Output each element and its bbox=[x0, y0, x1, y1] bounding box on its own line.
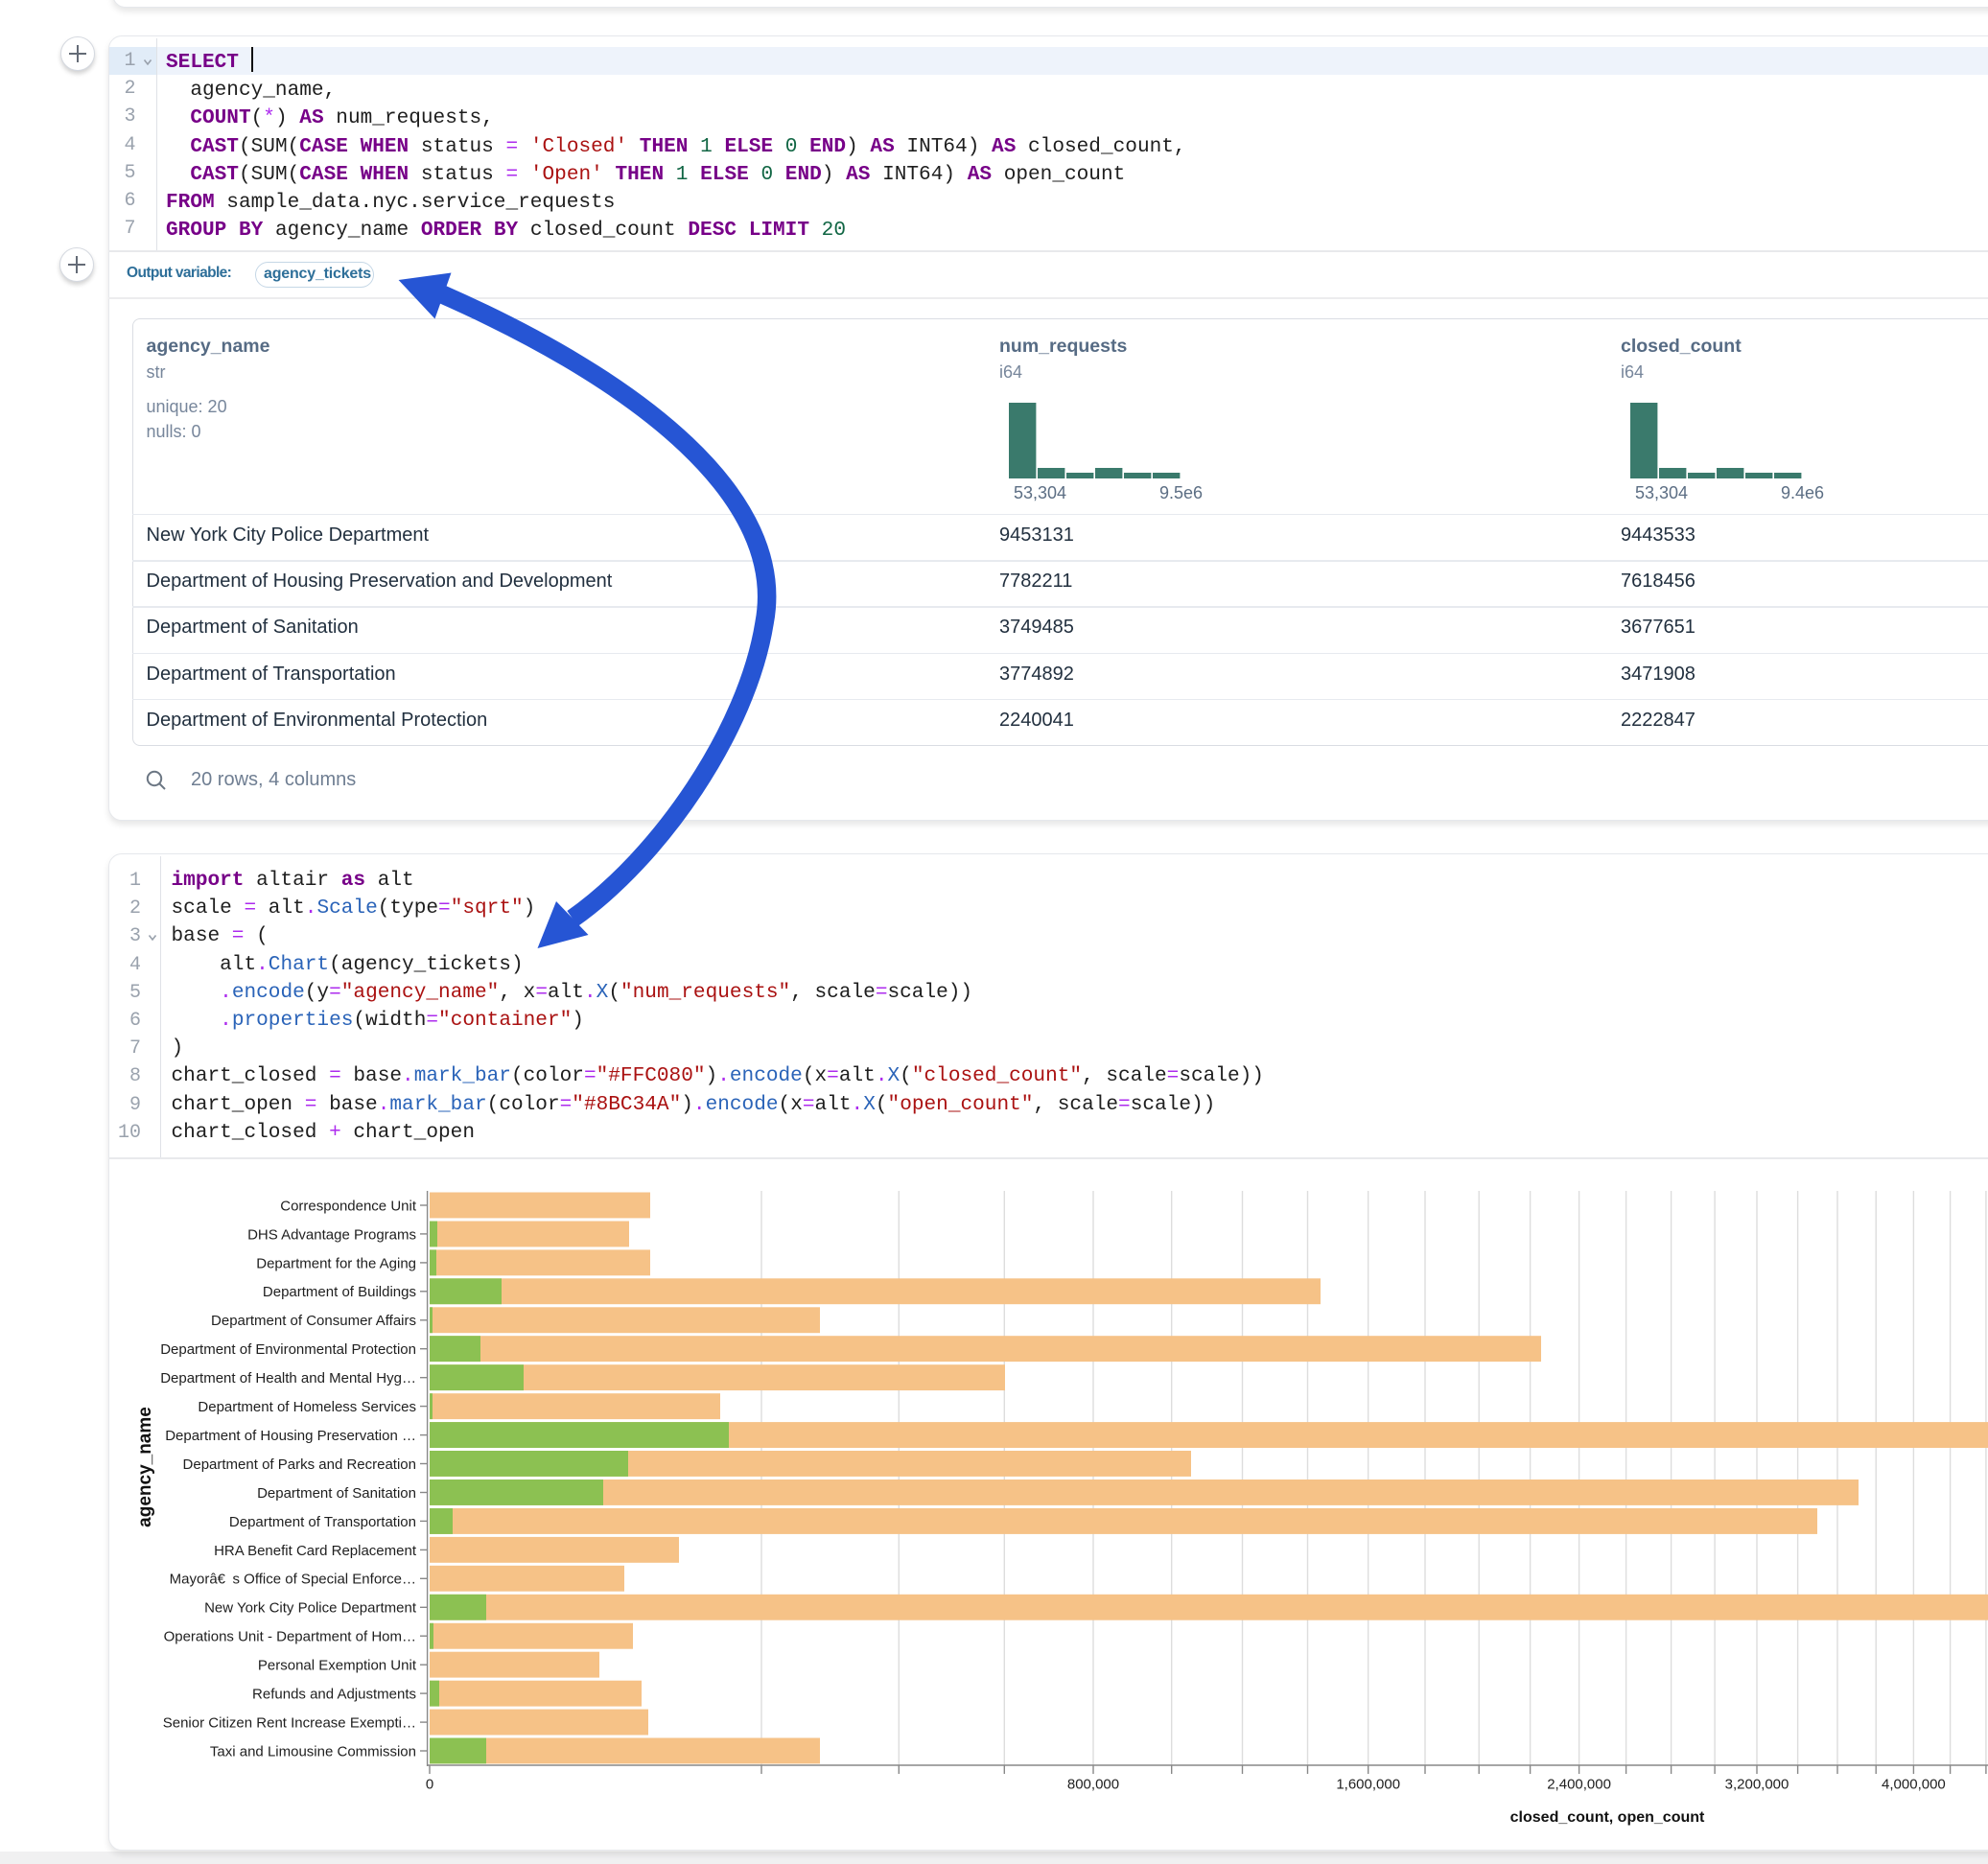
svg-text:Department of Buildings: Department of Buildings bbox=[263, 1284, 416, 1300]
svg-text:3,200,000: 3,200,000 bbox=[1725, 1777, 1789, 1793]
svg-text:Refunds and Adjustments: Refunds and Adjustments bbox=[252, 1687, 416, 1703]
svg-text:agency_name: agency_name bbox=[135, 1407, 155, 1527]
svg-text:DHS Advantage Programs: DHS Advantage Programs bbox=[247, 1226, 416, 1243]
svg-text:1,600,000: 1,600,000 bbox=[1336, 1777, 1400, 1793]
svg-text:2,400,000: 2,400,000 bbox=[1547, 1777, 1611, 1793]
svg-text:HRA Benefit Card Replacement: HRA Benefit Card Replacement bbox=[214, 1543, 417, 1559]
svg-text:Department of Environmental Pr: Department of Environmental Protection bbox=[160, 1341, 416, 1358]
svg-text:4,000,000: 4,000,000 bbox=[1882, 1777, 1946, 1793]
svg-text:Mayorâ€ s Office of Special En: Mayorâ€ s Office of Special Enforce… bbox=[170, 1572, 416, 1588]
svg-text:Department of Consumer Affairs: Department of Consumer Affairs bbox=[211, 1313, 416, 1329]
svg-text:Department of Health and Menta: Department of Health and Mental Hyg… bbox=[160, 1370, 416, 1386]
svg-text:Taxi and Limousine Commission: Taxi and Limousine Commission bbox=[210, 1743, 416, 1759]
svg-text:Correspondence Unit: Correspondence Unit bbox=[280, 1198, 417, 1214]
svg-text:Department of Transportation: Department of Transportation bbox=[229, 1514, 416, 1530]
svg-text:Department of Housing Preserva: Department of Housing Preservation … bbox=[165, 1428, 416, 1444]
svg-text:Senior Citizen Rent Increase E: Senior Citizen Rent Increase Exempti… bbox=[163, 1715, 416, 1732]
svg-text:Department of Homeless Service: Department of Homeless Services bbox=[198, 1399, 416, 1415]
svg-text:New York City Police Departmen: New York City Police Department bbox=[204, 1600, 417, 1617]
svg-text:Department of Sanitation: Department of Sanitation bbox=[257, 1485, 416, 1502]
svg-text:800,000: 800,000 bbox=[1067, 1777, 1119, 1793]
svg-text:0: 0 bbox=[426, 1777, 433, 1793]
svg-text:Operations Unit - Department o: Operations Unit - Department of Hom… bbox=[164, 1629, 416, 1645]
svg-text:Department of Parks and Recrea: Department of Parks and Recreation bbox=[183, 1456, 416, 1473]
svg-text:closed_count, open_count: closed_count, open_count bbox=[1510, 1809, 1705, 1826]
svg-text:Department for the Aging: Department for the Aging bbox=[256, 1255, 416, 1271]
svg-text:Personal Exemption Unit: Personal Exemption Unit bbox=[258, 1658, 417, 1674]
